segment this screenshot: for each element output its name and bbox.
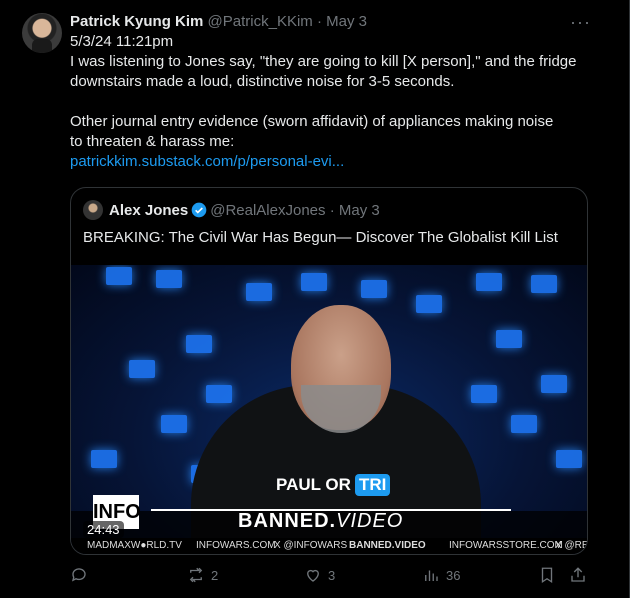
quoted-post[interactable]: Alex Jones @RealAlexJones · May 3 BREAKIN… <box>70 187 588 555</box>
footer-item: INFOWARSSTORE.COM <box>449 540 563 551</box>
footer-item: MADMAXW●RLD.TV <box>87 540 182 551</box>
background-tile <box>416 295 442 313</box>
author-name[interactable]: Patrick Kyung Kim <box>70 13 203 30</box>
background-tile <box>541 375 567 393</box>
like-count: 3 <box>328 567 336 583</box>
views-button[interactable]: 36 <box>422 566 460 584</box>
header-separator: · <box>316 13 322 30</box>
post-header: Patrick Kyung Kim @Patrick_KKim · May 3 <box>70 12 610 32</box>
quoted-separator: · <box>329 202 335 219</box>
repost-count: 2 <box>211 567 219 583</box>
reply-button[interactable] <box>70 566 94 584</box>
views-count: 36 <box>446 567 461 583</box>
video-caption: PAUL OR TRI <box>276 474 391 496</box>
post-body: Patrick Kyung Kim @Patrick_KKim · May 3 … <box>70 12 610 172</box>
background-tile <box>531 275 557 293</box>
quoted-author-handle[interactable]: @RealAlexJones <box>210 202 325 219</box>
footer-item: X @RE <box>555 540 587 551</box>
video-duration: 24:43 <box>83 521 124 538</box>
background-tile <box>476 273 502 291</box>
bookmark-icon <box>541 567 553 584</box>
post-link[interactable]: patrickkim.substack.com/p/personal-evi..… <box>70 152 610 172</box>
background-tile <box>106 267 132 285</box>
background-tile <box>206 385 232 403</box>
video-footer-strip: MADMAXW●RLD.TV INFOWARS.COM X @INFOWARS … <box>71 538 587 554</box>
quoted-date[interactable]: May 3 <box>339 202 380 219</box>
post-line-2: I was listening to Jones say, "they are … <box>70 53 577 70</box>
banner-main: BANNED. <box>238 510 337 532</box>
background-tile <box>186 335 212 353</box>
repost-button[interactable]: 2 <box>187 566 218 584</box>
background-tile <box>361 280 387 298</box>
verified-badge-icon <box>191 202 207 218</box>
author-avatar[interactable] <box>22 13 62 53</box>
views-icon <box>425 570 438 581</box>
caption-text: PAUL OR <box>276 475 351 494</box>
background-tile <box>301 273 327 291</box>
background-tile <box>129 360 155 378</box>
share-button[interactable] <box>569 566 587 584</box>
reply-icon <box>71 568 86 582</box>
background-tile <box>471 385 497 403</box>
share-icon <box>571 567 585 582</box>
background-tile <box>496 330 522 348</box>
like-button[interactable]: 3 <box>304 566 335 584</box>
footer-item: X @INFOWARS <box>274 540 348 551</box>
background-tile <box>556 450 582 468</box>
quoted-avatar[interactable] <box>83 200 103 220</box>
repost-icon <box>189 567 203 583</box>
post-actions: 2 3 36 <box>70 566 590 588</box>
post-line-4: Other journal entry evidence (sworn affi… <box>70 113 554 130</box>
caption-highlight: TRI <box>354 474 391 496</box>
banner-italic: VIDEO <box>336 510 404 532</box>
background-tile <box>246 283 272 301</box>
background-tile <box>511 415 537 433</box>
post-line-5: to threaten & harass me: <box>70 133 235 150</box>
quoted-author-name[interactable]: Alex Jones <box>109 202 188 219</box>
background-tile <box>156 270 182 288</box>
banned-video-logo: BANNED.VIDEO <box>238 510 403 533</box>
quoted-header: Alex Jones @RealAlexJones · May 3 <box>83 200 380 221</box>
footer-item: BANNED.VIDEO <box>349 540 426 551</box>
video-player[interactable]: PAUL OR TRI BANNED.VIDEO INFO 24:43 MADMA… <box>71 265 587 554</box>
background-tile <box>91 450 117 468</box>
post-line-1: 5/3/24 11:21pm <box>70 33 174 50</box>
post-date[interactable]: May 3 <box>326 13 367 30</box>
background-tile <box>161 415 187 433</box>
author-handle[interactable]: @Patrick_KKim <box>208 13 313 30</box>
bookmark-button[interactable] <box>538 566 556 584</box>
footer-item: INFOWARS.COM <box>196 540 276 551</box>
heart-icon <box>307 569 319 582</box>
quoted-text: BREAKING: The Civil War Has Begun— Disco… <box>83 229 558 246</box>
post-line-3: downstairs made a loud, distinctive nois… <box>70 73 455 90</box>
